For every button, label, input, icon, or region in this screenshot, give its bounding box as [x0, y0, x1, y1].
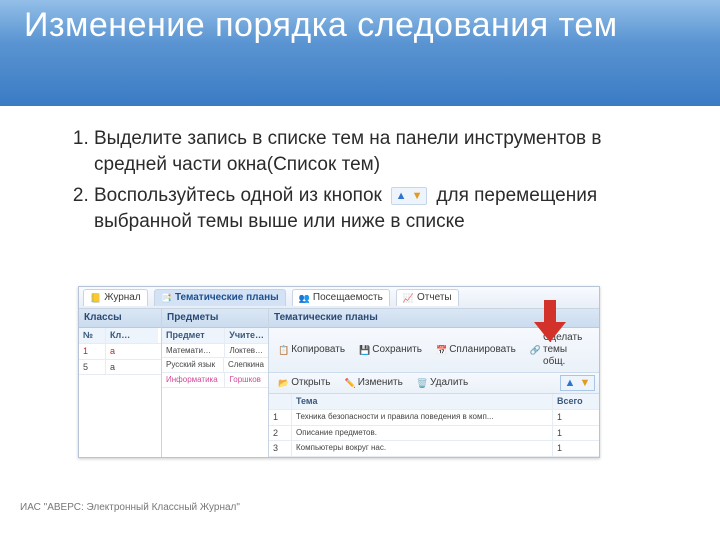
btn-label: Удалить [430, 377, 468, 389]
topics-grid: Тема Всего 1 Техника безопасности и прав… [269, 394, 599, 457]
btn-label: Спланировать [449, 344, 516, 356]
edit-button[interactable]: ✏️Изменить [340, 375, 408, 391]
move-down-button[interactable]: ▼ [578, 376, 592, 390]
cell: Информатика [162, 373, 225, 387]
cell: Горшков [225, 373, 268, 387]
tab-label: Отчеты [417, 292, 452, 304]
table-row[interactable]: 1 а [79, 344, 161, 360]
cell: Русский язык [162, 358, 224, 372]
share-icon: 🔗 [530, 345, 541, 356]
cell: Локтев… [225, 344, 268, 358]
classes-title: Классы [79, 309, 161, 328]
slide-title: Изменение порядка следования тем [24, 6, 696, 45]
attendance-icon: 👥 [299, 293, 310, 304]
cell: 1 [553, 410, 599, 425]
tab-journal[interactable]: 📒Журнал [83, 289, 148, 306]
pencil-icon: ✏️ [345, 378, 356, 389]
classes-header: № Кл… [79, 328, 161, 344]
col-header[interactable]: Всего [553, 394, 599, 409]
open-button[interactable]: 📂Открыть [273, 375, 336, 391]
main-tabs: 📒Журнал 📑Тематические планы 👥Посещаемост… [79, 287, 599, 309]
cell: Техника безопасности и правила поведения… [292, 410, 553, 425]
move-topic-buttons: ▲ ▼ [560, 375, 595, 391]
cell: 1 [269, 410, 292, 425]
plans-icon: 📑 [161, 293, 172, 304]
topics-toolbar-2: 📂Открыть ✏️Изменить 🗑️Удалить ▲ ▼ [269, 373, 599, 394]
btn-label: Открыть [291, 377, 330, 389]
tab-reports[interactable]: 📈Отчеты [396, 289, 459, 306]
table-row[interactable]: 2 Описание предметов. 1 [269, 426, 599, 442]
cell: 5 [79, 360, 106, 375]
table-row[interactable]: Русский язык Слепкина [162, 358, 268, 373]
slide-banner: Изменение порядка следования тем [0, 0, 720, 106]
step-1: Выделите запись в списке тем на панели и… [94, 126, 650, 177]
copy-icon: 📋 [278, 345, 289, 356]
save-icon: 💾 [359, 345, 370, 356]
tab-attendance[interactable]: 👥Посещаемость [292, 289, 390, 306]
tab-label: Журнал [104, 292, 141, 304]
tab-plans[interactable]: 📑Тематические планы [154, 289, 286, 306]
trash-icon: 🗑️ [417, 378, 428, 389]
instruction-list: Выделите запись в списке тем на панели и… [70, 126, 650, 235]
subjects-header: Предмет Учите… [162, 328, 268, 344]
cell: Компьютеры вокруг нас. [292, 441, 553, 456]
col-header[interactable]: Тема [292, 394, 553, 409]
reports-icon: 📈 [403, 293, 414, 304]
slide-body: Выделите запись в списке тем на панели и… [0, 106, 720, 235]
btn-label: Изменить [358, 377, 403, 389]
folder-open-icon: 📂 [278, 378, 289, 389]
delete-button[interactable]: 🗑️Удалить [412, 375, 473, 391]
col-header[interactable]: № [79, 328, 106, 343]
cell: Математи… [162, 344, 225, 358]
copy-button[interactable]: 📋Копировать [273, 342, 350, 358]
plan-button[interactable]: 📅Спланировать [431, 342, 521, 358]
cell: 3 [269, 441, 292, 456]
arrow-up-icon[interactable]: ▲ [394, 189, 408, 203]
cell: 2 [269, 426, 292, 441]
cell: 1 [553, 426, 599, 441]
arrow-down-icon[interactable]: ▼ [410, 189, 424, 203]
table-row[interactable]: 1 Техника безопасности и правила поведен… [269, 410, 599, 426]
subjects-title: Предметы [162, 309, 268, 328]
calendar-icon: 📅 [436, 345, 447, 356]
btn-label: Копировать [291, 344, 345, 356]
classes-panel: Классы № Кл… 1 а 5 а [79, 309, 162, 457]
subjects-panel: Предметы Предмет Учите… Математи… Локтев… [162, 309, 269, 457]
tab-label: Посещаемость [313, 292, 383, 304]
cell: а [106, 360, 158, 375]
table-row[interactable]: 5 а [79, 360, 161, 376]
cell: Слепкина [224, 358, 268, 372]
save-button[interactable]: 💾Сохранить [354, 342, 427, 358]
step-2: Воспользуйтесь одной из кнопок ▲ ▼ для п… [94, 183, 650, 234]
step-2a-text: Воспользуйтесь одной из кнопок [94, 185, 382, 206]
cell: 1 [79, 344, 106, 359]
cell: 1 [553, 441, 599, 456]
table-row[interactable]: 3 Компьютеры вокруг нас. 1 [269, 441, 599, 457]
journal-icon: 📒 [90, 293, 101, 304]
app-screenshot: 📒Журнал 📑Тематические планы 👥Посещаемост… [78, 286, 600, 458]
col-header[interactable]: Кл… [106, 328, 158, 343]
footer-note: ИАС "АВЕРС: Электронный Классный Журнал" [20, 502, 240, 513]
tab-label: Тематические планы [175, 292, 279, 304]
topics-header: Тема Всего [269, 394, 599, 410]
btn-label: Сохранить [372, 344, 422, 356]
table-row[interactable]: Математи… Локтев… [162, 344, 268, 359]
move-up-button[interactable]: ▲ [563, 376, 577, 390]
table-row[interactable]: Информатика Горшков [162, 373, 268, 388]
cell: Описание предметов. [292, 426, 553, 441]
highlight-arrow-icon [534, 300, 566, 342]
cell: а [106, 344, 158, 359]
col-header[interactable]: Учите… [225, 328, 268, 343]
col-header[interactable]: Предмет [162, 328, 225, 343]
updown-buttons-inline[interactable]: ▲ ▼ [391, 187, 427, 205]
col-header[interactable] [269, 394, 292, 409]
